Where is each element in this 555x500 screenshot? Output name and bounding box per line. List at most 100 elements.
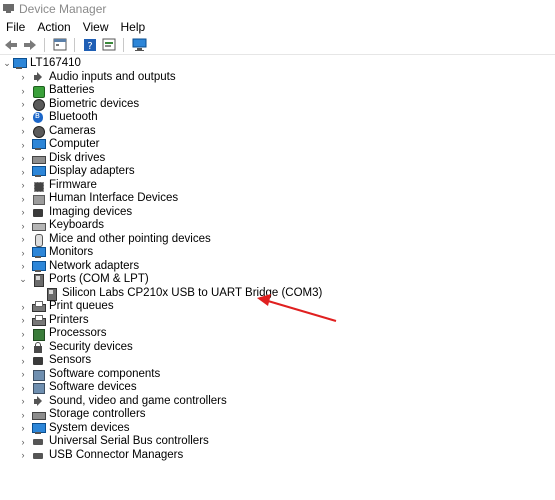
title-bar: Device Manager xyxy=(0,0,555,17)
properties-icon[interactable] xyxy=(52,37,68,53)
device-manager-app-icon xyxy=(3,3,14,14)
imaging-device-icon xyxy=(32,207,44,218)
forward-icon[interactable] xyxy=(22,37,38,53)
software-component-icon xyxy=(32,369,45,381)
expand-chevron-icon[interactable]: › xyxy=(19,125,27,138)
expand-chevron-icon[interactable]: › xyxy=(19,341,27,354)
tree-item-label: Audio inputs and outputs xyxy=(49,70,176,83)
tree-item-batteries[interactable]: › Batteries xyxy=(0,84,555,99)
tree-item-imaging[interactable]: › Imaging devices xyxy=(0,206,555,220)
expand-chevron-icon[interactable]: › xyxy=(19,233,27,246)
tree-item-cp210x[interactable]: Silicon Labs CP210x USB to UART Bridge (… xyxy=(0,287,555,301)
tree-item-mice[interactable]: › Mice and other pointing devices xyxy=(0,233,555,247)
collapse-chevron-icon[interactable]: ⌄ xyxy=(19,273,27,286)
expand-chevron-icon[interactable]: › xyxy=(19,435,27,448)
expand-chevron-icon[interactable]: › xyxy=(19,219,27,232)
mouse-icon xyxy=(32,233,44,247)
tree-item-computer[interactable]: › Computer xyxy=(0,138,555,152)
computer-root-icon xyxy=(13,58,27,70)
tree-item-label: Firmware xyxy=(49,178,97,191)
expand-chevron-icon[interactable]: › xyxy=(19,260,27,273)
expand-chevron-icon[interactable]: › xyxy=(19,408,27,421)
tree-item-processors[interactable]: › Processors xyxy=(0,327,555,342)
expand-chevron-icon[interactable]: › xyxy=(19,422,27,435)
tree-item-cameras[interactable]: › Cameras xyxy=(0,125,555,139)
speaker-icon xyxy=(32,71,44,83)
expand-chevron-icon[interactable]: › xyxy=(19,98,27,111)
tree-item-monitors[interactable]: › Monitors xyxy=(0,246,555,260)
tree-item-disk-drives[interactable]: › Disk drives xyxy=(0,152,555,166)
window-title: Device Manager xyxy=(19,1,107,16)
expand-chevron-icon[interactable]: › xyxy=(19,152,27,165)
expand-chevron-icon[interactable]: › xyxy=(19,381,27,394)
menu-file[interactable]: File xyxy=(0,20,31,34)
expand-chevron-icon[interactable]: › xyxy=(19,395,27,408)
tree-item-keyboards[interactable]: › Keyboards xyxy=(0,219,555,233)
tree-item-label: Display adapters xyxy=(49,165,135,178)
menu-help[interactable]: Help xyxy=(115,20,152,34)
tree-item-hid[interactable]: › Human Interface Devices xyxy=(0,192,555,206)
software-device-icon xyxy=(32,382,45,395)
tree-item-audio[interactable]: › Audio inputs and outputs xyxy=(0,71,555,85)
expand-chevron-icon[interactable]: › xyxy=(19,449,27,462)
tree-root-label: LT167410 xyxy=(30,57,81,70)
tree-item-software-components[interactable]: › Software components xyxy=(0,368,555,382)
toolbar-separator xyxy=(44,37,45,52)
tree-item-sound[interactable]: › Sound, video and game controllers xyxy=(0,395,555,409)
tree-item-security[interactable]: › Security devices xyxy=(0,341,555,355)
expand-chevron-icon[interactable]: › xyxy=(19,206,27,219)
hid-icon xyxy=(32,193,45,206)
network-adapter-icon xyxy=(32,260,46,272)
expand-chevron-icon[interactable]: › xyxy=(19,192,27,205)
tree-item-label: Bluetooth xyxy=(49,111,98,124)
expand-chevron-icon[interactable]: › xyxy=(19,300,27,313)
tree-item-usb-connector[interactable]: › USB Connector Managers xyxy=(0,449,555,463)
expand-chevron-icon[interactable]: › xyxy=(19,138,27,151)
tree-item-label: Print queues xyxy=(49,300,114,313)
expand-chevron-icon[interactable]: › xyxy=(19,368,27,381)
tree-item-label: Human Interface Devices xyxy=(49,192,179,205)
tree-item-system[interactable]: › System devices xyxy=(0,422,555,436)
computer-icon xyxy=(32,139,46,151)
tree-item-sensors[interactable]: › Sensors xyxy=(0,354,555,368)
firmware-icon xyxy=(32,180,44,192)
tree-item-printers[interactable]: › Printers xyxy=(0,314,555,328)
tree-item-network[interactable]: › Network adapters xyxy=(0,260,555,274)
tree-item-label: Imaging devices xyxy=(49,205,133,218)
expand-chevron-icon[interactable]: › xyxy=(19,179,27,192)
battery-icon xyxy=(32,85,45,99)
menu-view[interactable]: View xyxy=(77,20,115,34)
expand-chevron-icon[interactable]: › xyxy=(19,84,27,97)
expand-chevron-icon[interactable]: › xyxy=(19,354,27,367)
tree-root[interactable]: ⌄ LT167410 xyxy=(0,57,555,71)
tree-item-bluetooth[interactable]: › Bluetooth xyxy=(0,110,555,125)
tree-item-biometric[interactable]: › Biometric devices xyxy=(0,98,555,112)
tree-item-label: Sensors xyxy=(49,354,92,367)
tree-item-firmware[interactable]: › Firmware xyxy=(0,179,555,193)
storage-controller-icon xyxy=(32,409,46,421)
expand-chevron-icon[interactable]: › xyxy=(19,314,27,327)
back-icon[interactable] xyxy=(3,37,19,53)
tree-item-ports[interactable]: ⌄ Ports (COM & LPT) xyxy=(0,273,555,288)
tree-item-print-queues[interactable]: › Print queues xyxy=(0,300,555,314)
tree-item-display-adapters[interactable]: › Display adapters xyxy=(0,165,555,179)
expand-chevron-icon[interactable]: › xyxy=(19,111,27,124)
scan-hardware-icon[interactable] xyxy=(131,37,147,53)
expand-chevron-icon[interactable]: › xyxy=(19,246,27,259)
tree-item-software-devices[interactable]: › Software devices xyxy=(0,381,555,395)
menu-action[interactable]: Action xyxy=(31,20,76,34)
disk-drive-icon xyxy=(32,153,46,164)
tree-item-label: Processors xyxy=(49,327,107,340)
expand-chevron-icon[interactable]: › xyxy=(19,327,27,340)
update-driver-icon[interactable] xyxy=(101,37,117,53)
port-icon xyxy=(45,287,57,301)
bluetooth-icon xyxy=(32,110,44,124)
collapse-chevron-icon[interactable]: ⌄ xyxy=(3,57,11,70)
expand-chevron-icon[interactable]: › xyxy=(19,165,27,178)
help-icon[interactable]: ? xyxy=(82,37,98,53)
expand-chevron-icon[interactable]: › xyxy=(19,71,27,84)
device-tree[interactable]: ⌄ LT167410 › Audio inputs and outputs › … xyxy=(0,57,555,462)
tree-item-usb[interactable]: › Universal Serial Bus controllers xyxy=(0,435,555,449)
tree-item-storage[interactable]: › Storage controllers xyxy=(0,408,555,422)
tree-item-label: USB Connector Managers xyxy=(49,448,184,461)
